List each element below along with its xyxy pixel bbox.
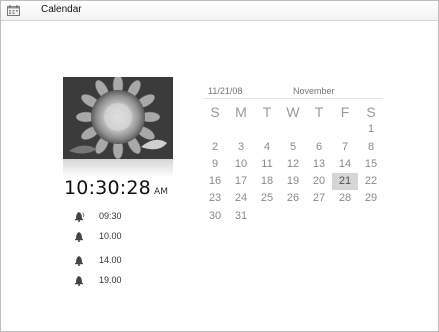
- calendar-day-empty: [306, 208, 332, 225]
- calendar-day-empty: [280, 121, 306, 138]
- calendar-day[interactable]: 28: [332, 190, 358, 207]
- calendar-day[interactable]: 22: [358, 173, 384, 190]
- calendar-day[interactable]: 11: [254, 156, 280, 173]
- weekday-header: W: [286, 104, 300, 120]
- calendar-day[interactable]: 17: [228, 173, 254, 190]
- calendar-day[interactable]: 6: [306, 139, 332, 156]
- calendar-day[interactable]: 18: [254, 173, 280, 190]
- sunflower-image: [63, 77, 173, 159]
- calendar-day-selected[interactable]: 21: [332, 173, 358, 191]
- calendar-day-empty: [254, 121, 280, 138]
- calendar-day[interactable]: 19: [280, 173, 306, 190]
- sunflower-photo: [63, 77, 173, 159]
- calendar-day[interactable]: 16: [202, 173, 228, 190]
- alarm-time: 19.00: [99, 275, 122, 285]
- weekday-header: S: [366, 104, 376, 120]
- calendar-day[interactable]: 2: [202, 139, 228, 156]
- window-title: Calendar: [41, 4, 82, 15]
- alarm-time: 14.00: [99, 255, 122, 265]
- calendar-divider: [203, 98, 383, 99]
- bell-icon: [75, 232, 83, 242]
- calendar-day-empty: [332, 208, 358, 225]
- weekday-header: F: [340, 104, 350, 120]
- calendar-day[interactable]: 27: [306, 190, 332, 207]
- calendar-day-empty: [228, 121, 254, 138]
- alarm-item[interactable]: 10.00: [73, 228, 163, 248]
- calendar-date: 11/21/08: [208, 86, 243, 96]
- weekday-header: M: [235, 104, 247, 120]
- calendar-day[interactable]: 1: [358, 121, 384, 138]
- calendar-day[interactable]: 29: [358, 190, 384, 207]
- bell-icon: [75, 256, 83, 266]
- weekday-header: S: [210, 104, 220, 120]
- weekday-header: T: [262, 104, 272, 120]
- calendar-day[interactable]: 23: [202, 190, 228, 207]
- calendar-day[interactable]: 4: [254, 139, 280, 156]
- alarm-list: 09:30 10.00 14.00 19.00: [73, 208, 163, 292]
- calendar-day[interactable]: 10: [228, 156, 254, 173]
- calendar-day-empty: [280, 208, 306, 225]
- alarm-item[interactable]: 14.00: [73, 252, 163, 272]
- calendar-day[interactable]: 3: [228, 139, 254, 156]
- calendar-day[interactable]: 8: [358, 139, 384, 156]
- calendar-day[interactable]: 14: [332, 156, 358, 173]
- calendar-day[interactable]: 24: [228, 190, 254, 207]
- calendar-window: Calendar 10:30:28 AM 09:30 10.00 14.00 1…: [0, 0, 439, 332]
- alarm-item[interactable]: 09:30: [73, 208, 163, 228]
- bell-icon: [75, 276, 83, 286]
- calendar-day[interactable]: 15: [358, 156, 384, 173]
- bell-icon: [75, 212, 85, 222]
- calendar-day[interactable]: 20: [306, 173, 332, 190]
- calendar-day[interactable]: 31: [228, 208, 254, 225]
- calendar-day-empty: [254, 208, 280, 225]
- calendar-grid: S M T W T F S 1 2 3 4 5 6 7 8 9 10 11 12 13 14 15 16 17 18 19 20 21…: [202, 104, 384, 225]
- calendar-day[interactable]: 5: [280, 139, 306, 156]
- calendar-day-empty: [306, 121, 332, 138]
- calendar-day[interactable]: 12: [280, 156, 306, 173]
- photo-reflection: [63, 159, 173, 177]
- title-bar: Calendar: [1, 1, 438, 21]
- clock-time: 10:30:28: [64, 177, 151, 199]
- alarm-time: 09:30: [99, 211, 122, 221]
- alarm-time: 10.00: [99, 231, 122, 241]
- calendar-day[interactable]: 25: [254, 190, 280, 207]
- calendar-day[interactable]: 9: [202, 156, 228, 173]
- calendar-day-empty: [202, 121, 228, 138]
- calendar-day-empty: [358, 208, 384, 225]
- weekday-header: T: [314, 104, 324, 120]
- digital-clock: 10:30:28 AM: [64, 177, 168, 199]
- calendar-day-empty: [332, 121, 358, 138]
- calendar-day[interactable]: 13: [306, 156, 332, 173]
- calendar-month: November: [293, 86, 335, 96]
- calendar-day[interactable]: 26: [280, 190, 306, 207]
- clock-ampm: AM: [153, 187, 169, 197]
- calendar-day[interactable]: 7: [332, 139, 358, 156]
- calendar-day[interactable]: 30: [202, 208, 228, 225]
- alarm-item[interactable]: 19.00: [73, 272, 163, 292]
- calendar-icon: [7, 5, 20, 16]
